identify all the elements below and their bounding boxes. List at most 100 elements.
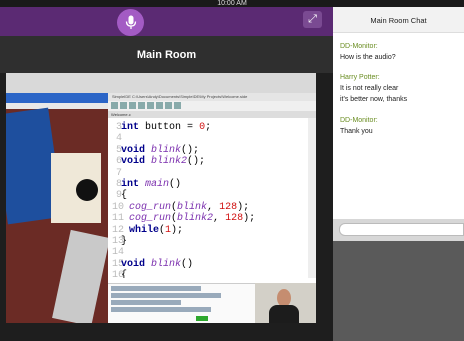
code-token: ); xyxy=(243,213,256,225)
line-number: 10 xyxy=(112,201,125,213)
chat-text: Thank you xyxy=(340,128,373,135)
chat-pane: Main Room Chat DD-Monitor: How is the au… xyxy=(333,7,464,341)
toolbar-icon xyxy=(111,102,118,109)
console-line xyxy=(111,307,211,312)
code-token: (); xyxy=(181,144,200,156)
code-text: { xyxy=(121,190,127,201)
room-title: Main Room xyxy=(136,49,197,61)
code-token: blink2 xyxy=(177,213,214,225)
toolbar-icon xyxy=(129,102,136,109)
top-bar xyxy=(0,7,333,36)
piezo-speaker xyxy=(76,179,98,201)
toolbar-icon xyxy=(174,102,181,109)
code-text: void blink2(); xyxy=(121,156,205,167)
code-token: main xyxy=(145,179,170,190)
presenter-body xyxy=(269,305,299,323)
code-text: int button = 0; xyxy=(121,122,211,133)
microphone-icon xyxy=(125,15,136,29)
code-token: , xyxy=(207,201,220,213)
chat-text: How is the audio? xyxy=(340,54,396,61)
chat-input[interactable] xyxy=(339,223,464,236)
code-token: int xyxy=(121,179,140,190)
webcam-toolbar xyxy=(6,103,110,109)
code-text: void blink() xyxy=(121,259,193,270)
progress-indicator xyxy=(196,316,208,321)
code-token: 128 xyxy=(219,201,238,213)
chat-title: Main Room Chat xyxy=(370,16,427,25)
code-token: void xyxy=(121,258,146,270)
chat-sender: DD-Monitor: xyxy=(340,117,378,124)
ide-window: SimpleIDE C:\Users\Andy\Documents\Simple… xyxy=(108,93,316,323)
chat-header: Main Room Chat xyxy=(333,7,464,33)
line-number: 4 xyxy=(115,133,122,145)
chat-text: It is not really clear xyxy=(340,85,399,92)
ide-file-tab: Welcome.c xyxy=(108,111,316,118)
code-line: 16{ xyxy=(108,270,308,278)
code-text: } xyxy=(121,236,127,247)
code-scrollbar xyxy=(308,118,316,278)
presenter-webcam xyxy=(255,283,316,323)
code-token: { xyxy=(121,270,128,278)
code-token: blink2 xyxy=(151,156,188,168)
code-token: blink xyxy=(151,258,182,270)
line-number: 7 xyxy=(115,167,122,179)
line-number: 11 xyxy=(112,213,125,225)
chat-sender: DD-Monitor: xyxy=(340,43,378,50)
shared-screen-area: SimpleIDE C:\Users\Andy\Documents\Simple… xyxy=(0,73,333,341)
app-root: 10:00 AM ⤢ Main Room SimpleIDE C:\Users\… xyxy=(0,0,464,341)
code-text: { xyxy=(121,270,127,278)
code-token: = xyxy=(181,122,200,133)
ide-toolbar xyxy=(108,101,316,111)
code-token: ); xyxy=(237,201,250,213)
console-line xyxy=(111,300,181,305)
code-token: (); xyxy=(187,156,206,168)
code-token: void xyxy=(121,144,146,156)
code-text: void blink(); xyxy=(121,145,199,156)
code-token: cog_run xyxy=(129,201,172,213)
line-number: 12 xyxy=(112,224,125,236)
chat-message: DD-Monitor: Thank you xyxy=(340,115,378,137)
toolbar-icon xyxy=(156,102,163,109)
webcam-window-header xyxy=(6,93,110,103)
code-token: blink xyxy=(177,201,208,213)
chat-input-bar xyxy=(333,219,464,241)
toolbar-icon xyxy=(138,102,145,109)
code-token: { xyxy=(121,190,128,202)
code-text: cog_run(blink, 128); xyxy=(129,202,249,213)
status-bar: 10:00 AM xyxy=(0,0,464,7)
code-editor: 3 int button = 0; 4 5 void blink(); 6 void bli… xyxy=(108,118,308,278)
code-text: cog_run(blink2, 128); xyxy=(129,213,255,224)
status-time: 10:00 AM xyxy=(217,0,247,7)
code-token: while xyxy=(129,224,160,236)
code-token: ); xyxy=(171,224,184,236)
chat-message: DD-Monitor: How is the audio? xyxy=(340,41,396,63)
code-token: } xyxy=(121,236,128,247)
chat-message-list[interactable]: DD-Monitor: How is the audio? Harry Pott… xyxy=(333,33,464,219)
code-token: () xyxy=(181,258,194,270)
ide-title-bar: SimpleIDE C:\Users\Andy\Documents\Simple… xyxy=(108,93,316,101)
code-text: while(1); xyxy=(129,225,183,236)
code-token: ; xyxy=(205,122,212,133)
chat-sender: Harry Potter: xyxy=(340,74,380,81)
build-console xyxy=(108,283,255,323)
console-line xyxy=(111,286,201,291)
usb-cable xyxy=(52,229,110,323)
toolbar-icon xyxy=(120,102,127,109)
console-line xyxy=(111,293,221,298)
code-token: cog_run xyxy=(129,213,172,225)
chat-message: Harry Potter: It is not really clear it'… xyxy=(340,72,407,105)
fullscreen-button[interactable]: ⤢ xyxy=(303,11,322,28)
toolbar-icon xyxy=(165,102,172,109)
chat-text: it's better now, thanks xyxy=(340,96,408,103)
expand-arrows-icon: ⤢ xyxy=(308,13,317,25)
code-token: int xyxy=(121,122,140,133)
webcam-video xyxy=(6,93,110,323)
code-token: () xyxy=(169,179,182,190)
code-token: 128 xyxy=(225,213,244,225)
toolbar-icon xyxy=(147,102,154,109)
code-text: int main() xyxy=(121,179,181,190)
code-token: button xyxy=(145,122,182,133)
microphone-button[interactable] xyxy=(117,9,144,36)
code-token: void xyxy=(121,156,146,168)
code-token: , xyxy=(213,213,226,225)
